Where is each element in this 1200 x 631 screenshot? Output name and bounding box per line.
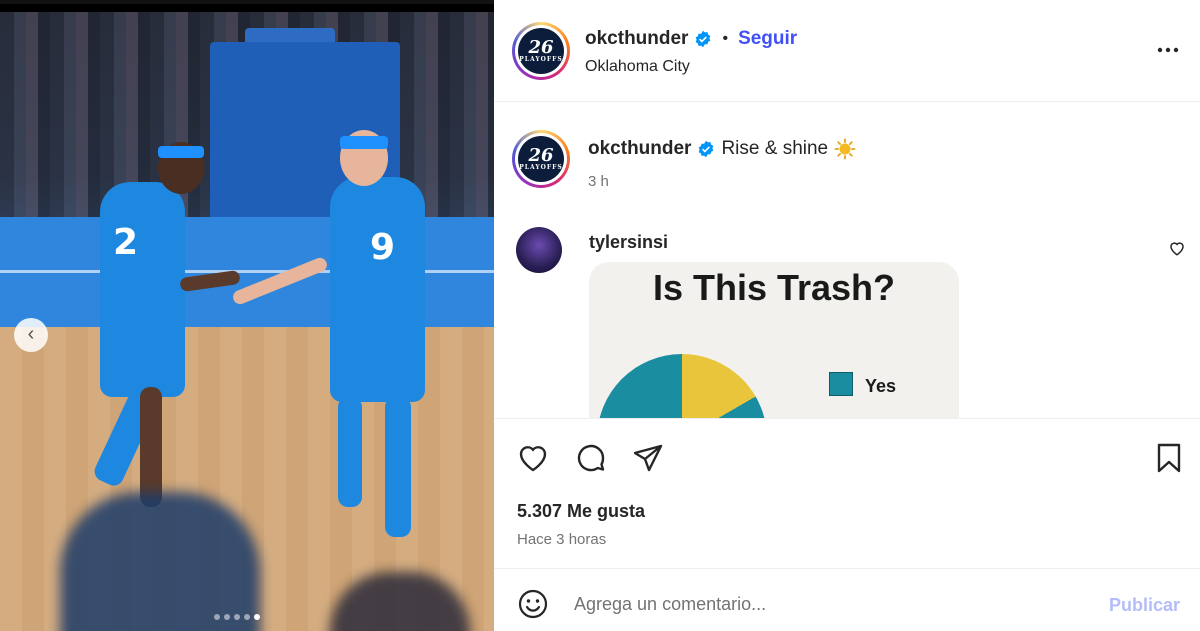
comment-image[interactable]: Is This Trash? Yes bbox=[589, 262, 959, 418]
player-left-headband bbox=[158, 146, 204, 158]
post-location[interactable]: Oklahoma City bbox=[585, 58, 690, 76]
post-actions: 5.307 Me gusta Hace 3 horas bbox=[494, 418, 1200, 568]
carousel-dot-active bbox=[254, 614, 260, 620]
account-avatar[interactable]: 26 PLAYOFFS bbox=[512, 22, 570, 80]
jersey-number-left: 2 bbox=[113, 222, 139, 263]
comment-input[interactable] bbox=[574, 591, 1074, 617]
player-right-leg bbox=[385, 397, 411, 537]
commenter-username[interactable]: tylersinsi bbox=[589, 232, 668, 253]
jersey-number-right: 9 bbox=[370, 227, 396, 268]
emoji-icon[interactable] bbox=[516, 587, 550, 621]
add-comment-bar: Publicar bbox=[494, 568, 1200, 631]
verified-icon bbox=[696, 30, 711, 48]
foreground-fan bbox=[60, 492, 260, 631]
heart-icon[interactable] bbox=[516, 441, 550, 475]
carousel-dots bbox=[214, 614, 260, 620]
thunder-logo: 26 PLAYOFFS bbox=[518, 28, 564, 74]
comment-icon[interactable] bbox=[574, 441, 608, 475]
player-left-body bbox=[100, 182, 185, 397]
player-left-leg bbox=[140, 387, 162, 507]
carousel-dot bbox=[214, 614, 220, 620]
commenter-avatar[interactable] bbox=[516, 227, 562, 273]
player-right-leg bbox=[338, 397, 362, 507]
player-right-headband bbox=[340, 136, 388, 149]
caption-avatar[interactable]: 26 PLAYOFFS bbox=[512, 130, 570, 188]
post-time: Hace 3 horas bbox=[517, 531, 607, 548]
post-media[interactable]: 2 9 ‹ bbox=[0, 12, 494, 631]
comment-like-icon[interactable] bbox=[1168, 239, 1186, 257]
carousel-dot bbox=[244, 614, 250, 620]
chevron-left-icon: ‹ bbox=[27, 323, 35, 345]
caption-timestamp: 3 h bbox=[588, 173, 609, 190]
more-icon[interactable] bbox=[1154, 36, 1182, 64]
carousel-dot bbox=[234, 614, 240, 620]
player-right-body bbox=[330, 177, 425, 402]
account-username[interactable]: okcthunder bbox=[585, 28, 688, 50]
thunder-logo: 26 PLAYOFFS bbox=[518, 136, 564, 182]
share-icon[interactable] bbox=[631, 441, 665, 475]
meme-legend-swatch bbox=[829, 372, 853, 396]
post-header: 26 PLAYOFFS okcthunder • Seguir Oklahoma… bbox=[494, 0, 1200, 102]
meme-pie-chart bbox=[597, 354, 767, 418]
meme-title: Is This Trash? bbox=[652, 267, 896, 308]
bookmark-icon[interactable] bbox=[1152, 441, 1186, 475]
separator-dot: • bbox=[722, 30, 729, 47]
carousel-dot bbox=[224, 614, 230, 620]
comment-item: tylersinsi Is This Trash? Yes bbox=[494, 222, 1200, 418]
carousel-prev-button[interactable]: ‹ bbox=[14, 318, 48, 352]
caption-username[interactable]: okcthunder bbox=[588, 138, 691, 160]
publish-button[interactable]: Publicar bbox=[1109, 595, 1180, 616]
follow-button[interactable]: Seguir bbox=[738, 28, 797, 50]
verified-icon bbox=[699, 140, 714, 158]
post-panel: 26 PLAYOFFS okcthunder • Seguir Oklahoma… bbox=[494, 0, 1200, 631]
meme-legend-label: Yes bbox=[865, 376, 897, 396]
sun-emoji-icon bbox=[834, 138, 856, 160]
like-count[interactable]: 5.307 Me gusta bbox=[517, 501, 645, 522]
caption-text: Rise & shine bbox=[721, 138, 829, 159]
